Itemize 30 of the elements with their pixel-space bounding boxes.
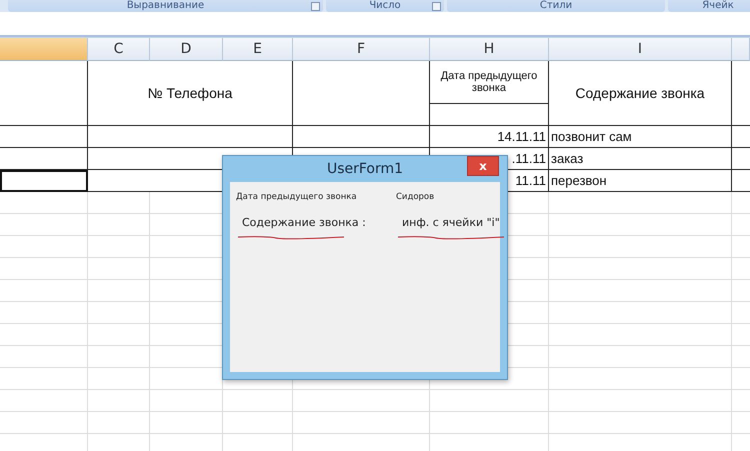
form-label: инф. с ячейки "i"	[402, 216, 500, 229]
ribbon-group-label: Стили	[540, 0, 572, 12]
ribbon-group-label: Число	[369, 0, 401, 12]
table-cell: 14.11.11	[430, 126, 549, 148]
table-cell[interactable]	[0, 148, 88, 170]
dialog-launcher-icon[interactable]	[311, 2, 320, 11]
dialog-launcher-icon[interactable]	[432, 2, 441, 11]
column-header[interactable]: H	[430, 38, 549, 61]
ribbon-group-label: Ячейк	[702, 0, 734, 12]
table-cell: перезвон	[549, 170, 732, 192]
table-cell: позвонит сам	[549, 126, 732, 148]
close-button[interactable]: x	[467, 156, 499, 176]
table-cell: заказ	[549, 148, 732, 170]
form-label: Дата предыдущего звонка	[236, 192, 357, 202]
column-header[interactable]	[0, 38, 88, 61]
table-cell: № Телефона	[88, 61, 293, 126]
column-header[interactable]: F	[293, 38, 430, 61]
column-header[interactable]: D	[150, 38, 223, 61]
table-cell: Содержание звонка	[549, 61, 732, 126]
ribbon-group-label: Выравнивание	[126, 0, 204, 12]
form-label: Сидоров	[396, 192, 434, 202]
column-header[interactable]: E	[223, 38, 293, 61]
form-label: Содержание звонка :	[242, 216, 366, 229]
table-cell[interactable]	[0, 126, 88, 148]
table-cell: Дата предыдущего звонка	[430, 61, 549, 104]
selected-cell[interactable]	[0, 170, 88, 192]
column-header[interactable]	[732, 38, 750, 61]
column-header[interactable]: I	[549, 38, 732, 61]
dialog-title: UserForm1	[326, 161, 404, 177]
column-header[interactable]: C	[88, 38, 150, 61]
